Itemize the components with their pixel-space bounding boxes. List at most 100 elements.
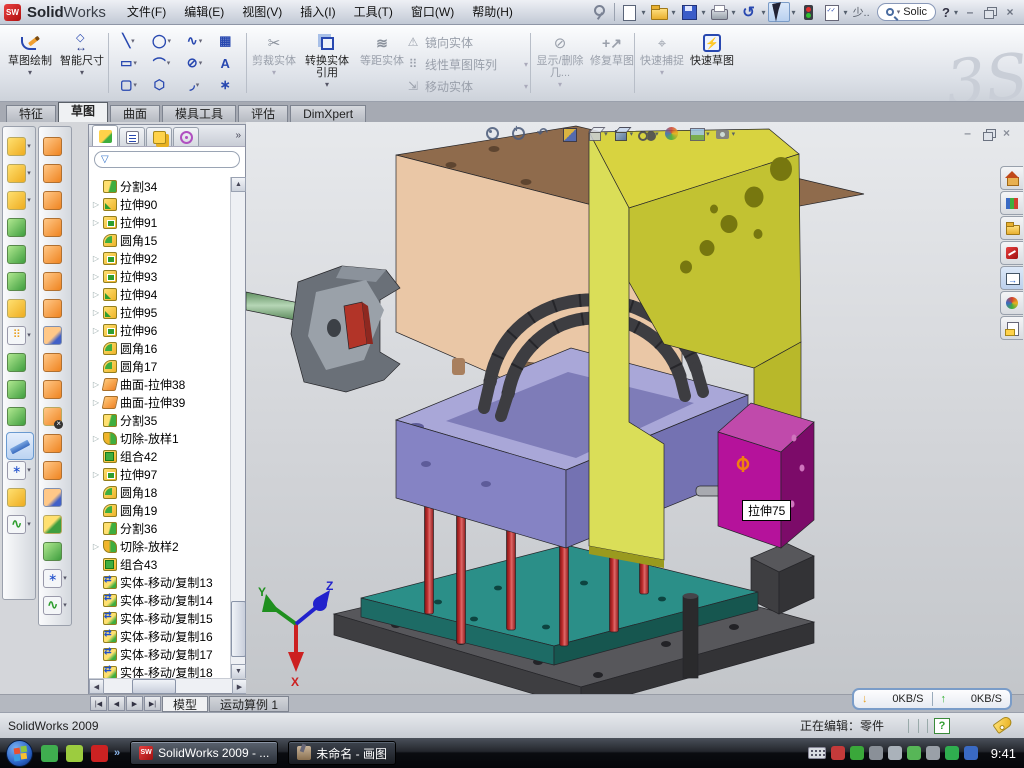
text-tool[interactable]: A ▾: [211, 52, 244, 74]
window-solidworks[interactable]: SW SolidWorks 2009 - ...: [130, 741, 278, 765]
rapid-sketch-button[interactable]: ⚡ 快速草图: [688, 28, 736, 98]
circle[interactable]: ◯ ▾: [145, 30, 178, 52]
status-help-button[interactable]: ?: [934, 718, 950, 734]
tab-nav-button[interactable]: ▶|: [144, 696, 161, 711]
expand-arrow-icon[interactable]: ▷: [92, 200, 100, 209]
rebuild-button[interactable]: [798, 2, 820, 22]
surface-fillet[interactable]: [43, 515, 62, 534]
search-box[interactable]: ▾ Solic: [877, 3, 936, 21]
help-button[interactable]: ?: [940, 5, 952, 20]
custom-properties[interactable]: [1000, 316, 1023, 340]
select-tool-button[interactable]: [768, 2, 790, 22]
menu-item[interactable]: 编辑(E): [175, 0, 233, 25]
tree-item[interactable]: ▷ 曲面-拉伸38: [89, 375, 231, 393]
tree-item[interactable]: ▷ 实体-移动/复制14: [89, 591, 231, 609]
solidworks-resources[interactable]: [1000, 191, 1023, 215]
volume[interactable]: [888, 746, 902, 760]
shell[interactable]: [7, 245, 26, 264]
pushpin-icon[interactable]: [589, 2, 611, 22]
expand-arrow-icon[interactable]: ▷: [92, 218, 100, 227]
doc-close-button[interactable]: ×: [1003, 126, 1010, 140]
surface-loft[interactable]: [43, 218, 62, 237]
input-method-icon[interactable]: [808, 747, 826, 759]
tree-item[interactable]: ▷ 拉伸97: [89, 465, 231, 483]
tree-item[interactable]: ▷ 分割36: [89, 519, 231, 537]
tree-item[interactable]: ▷ 拉伸91: [89, 213, 231, 231]
tree-item[interactable]: ▷ 分割35: [89, 411, 231, 429]
menu-item[interactable]: 视图(V): [233, 0, 291, 25]
fillet[interactable]: [7, 191, 26, 210]
polygon[interactable]: ⬡ ▾: [145, 74, 178, 96]
file-explorer[interactable]: [1000, 266, 1023, 290]
command-tab[interactable]: 曲面: [110, 105, 160, 122]
menu-item[interactable]: 插入(I): [291, 0, 344, 25]
edit-appearance[interactable]: ▾: [663, 124, 686, 144]
tab-nav-button[interactable]: ▶: [126, 696, 143, 711]
previous-view[interactable]: ▾: [535, 124, 558, 144]
surface-fill[interactable]: [43, 272, 62, 291]
tab-model[interactable]: 模型: [162, 696, 208, 712]
tree-vertical-scrollbar[interactable]: ▲ ▼: [230, 177, 245, 679]
hide-show-items[interactable]: ▾: [637, 124, 660, 144]
combine-bodies[interactable]: [7, 407, 26, 426]
health-guard[interactable]: [945, 746, 959, 760]
surface-revolve[interactable]: [43, 164, 62, 183]
tree-item[interactable]: ▷ 实体-移动/复制17: [89, 645, 231, 663]
expand-arrow-icon[interactable]: ▷: [92, 542, 100, 551]
undo-button[interactable]: ↺: [738, 2, 760, 22]
save-button[interactable]: [678, 2, 700, 22]
options-button[interactable]: [820, 2, 842, 22]
restore-button[interactable]: [980, 4, 1000, 20]
expand-arrow-icon[interactable]: ▷: [92, 290, 100, 299]
tab-nav-button[interactable]: ◀: [108, 696, 125, 711]
arc[interactable]: ⌒ ▾: [145, 52, 178, 74]
section-view[interactable]: ▾: [561, 124, 584, 144]
menu-item[interactable]: 帮助(H): [463, 0, 522, 25]
tree-item[interactable]: ▷ 切除-放样1: [89, 429, 231, 447]
expand-arrow-icon[interactable]: ▷: [92, 398, 100, 407]
tree-item[interactable]: ▷ 切除-放样2: [89, 537, 231, 555]
expand-arrow-icon[interactable]: ▷: [92, 470, 100, 479]
expand-arrow-icon[interactable]: ▷: [92, 326, 100, 335]
scroll-up-button[interactable]: ▲: [231, 177, 246, 192]
tree-item[interactable]: ▷ 拉伸90: [89, 195, 231, 213]
tab-propertymanager[interactable]: [119, 127, 145, 146]
expand-arrow-icon[interactable]: ▷: [92, 434, 100, 443]
apply-scene[interactable]: ▾: [688, 124, 711, 144]
scroll-right-button[interactable]: ▶: [232, 679, 247, 694]
start-button[interactable]: [6, 740, 33, 767]
command-tab[interactable]: DimXpert: [290, 105, 366, 122]
smart-dimension-button[interactable]: 智能尺寸 ▾: [58, 28, 106, 98]
open-button[interactable]: [648, 2, 670, 22]
zoom-to-fit[interactable]: ▾: [484, 124, 507, 144]
surface-flex[interactable]: [43, 488, 62, 507]
menu-item[interactable]: 窗口(W): [402, 0, 463, 25]
command-tab[interactable]: 评估: [238, 105, 288, 122]
support-post[interactable]: [683, 593, 698, 678]
display-delete-relations-button[interactable]: ⊘ 显示/删除几... ▾: [534, 28, 586, 98]
surface-knit[interactable]: [43, 434, 62, 453]
zoom-to-area[interactable]: ▾: [510, 124, 533, 144]
tree-item[interactable]: ▷ 实体-移动/复制16: [89, 627, 231, 645]
tree-item[interactable]: ▷ 实体-移动/复制13: [89, 573, 231, 591]
tree-item[interactable]: ▷ 组合42: [89, 447, 231, 465]
tree-item[interactable]: ▷ 拉伸95: [89, 303, 231, 321]
surface-trim[interactable]: [43, 191, 62, 210]
print-button[interactable]: [708, 2, 730, 22]
extruded-boss[interactable]: [7, 164, 26, 183]
reference-point-2[interactable]: [43, 569, 62, 588]
tree-item[interactable]: ▷ 曲面-拉伸39: [89, 393, 231, 411]
surface-mid[interactable]: [43, 245, 62, 264]
scroll-left-button[interactable]: ◀: [89, 679, 104, 694]
extruded-cut[interactable]: [7, 137, 26, 156]
menu-item[interactable]: 工具(T): [345, 0, 402, 25]
tree-item[interactable]: ▷ 圆角19: [89, 501, 231, 519]
spline-curve-2[interactable]: [43, 596, 62, 615]
reference-point[interactable]: [7, 461, 26, 480]
tab-nav-button[interactable]: |◀: [90, 696, 107, 711]
expand-arrow-icon[interactable]: ▷: [92, 380, 100, 389]
surface-sweep[interactable]: [43, 137, 62, 156]
im-client[interactable]: [964, 746, 978, 760]
tree-item[interactable]: ▷ 分割34: [89, 177, 231, 195]
tree-horizontal-scrollbar[interactable]: ◀ ▶: [89, 678, 247, 693]
